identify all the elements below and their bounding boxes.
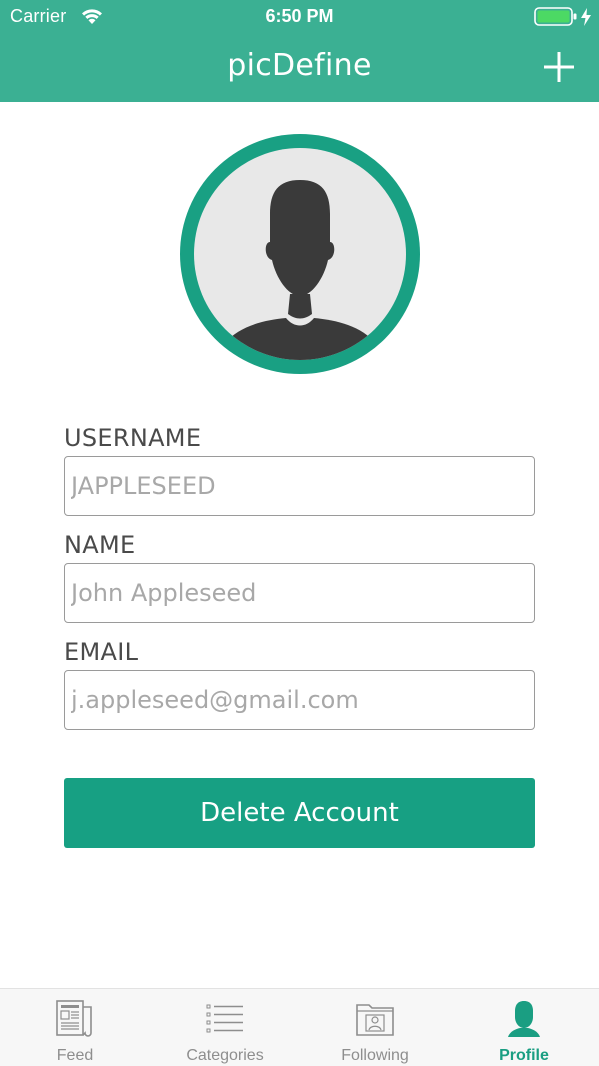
tab-following-label: Following	[341, 1047, 409, 1064]
folder-person-icon	[356, 1004, 394, 1036]
list-icon	[206, 1004, 243, 1033]
profile-avatar[interactable]	[180, 134, 420, 374]
tab-following[interactable]: Following	[300, 989, 450, 1066]
newspaper-icon	[56, 1000, 92, 1037]
email-label: EMAIL	[64, 638, 139, 666]
tab-categories-label: Categories	[186, 1047, 264, 1064]
name-input[interactable]	[64, 563, 535, 623]
tab-profile[interactable]: Profile	[449, 989, 599, 1066]
username-input[interactable]	[64, 456, 535, 516]
battery-icon	[534, 7, 577, 26]
person-icon	[508, 1001, 540, 1037]
username-label: USERNAME	[64, 424, 202, 452]
tab-feed[interactable]: Feed	[0, 989, 150, 1066]
avatar-frame	[194, 148, 406, 360]
tab-feed-label: Feed	[56, 1047, 94, 1064]
email-input[interactable]	[64, 670, 535, 730]
person-silhouette-icon	[224, 180, 376, 360]
app-title: picDefine	[227, 48, 372, 83]
tab-profile-label: Profile	[499, 1047, 549, 1064]
bolt-icon	[581, 8, 591, 26]
delete-account-button[interactable]: Delete Account	[64, 778, 535, 848]
tab-bar: Feed Categories Following Profile	[0, 988, 599, 1066]
status-bar: Carrier 6:50 PM	[0, 0, 599, 34]
add-plus-icon[interactable]	[538, 46, 580, 88]
status-time: 6:50 PM	[265, 6, 334, 26]
navigation-header: Carrier 6:50 PM picDefine	[0, 0, 599, 102]
name-label: NAME	[64, 531, 136, 559]
tab-categories[interactable]: Categories	[150, 989, 300, 1066]
